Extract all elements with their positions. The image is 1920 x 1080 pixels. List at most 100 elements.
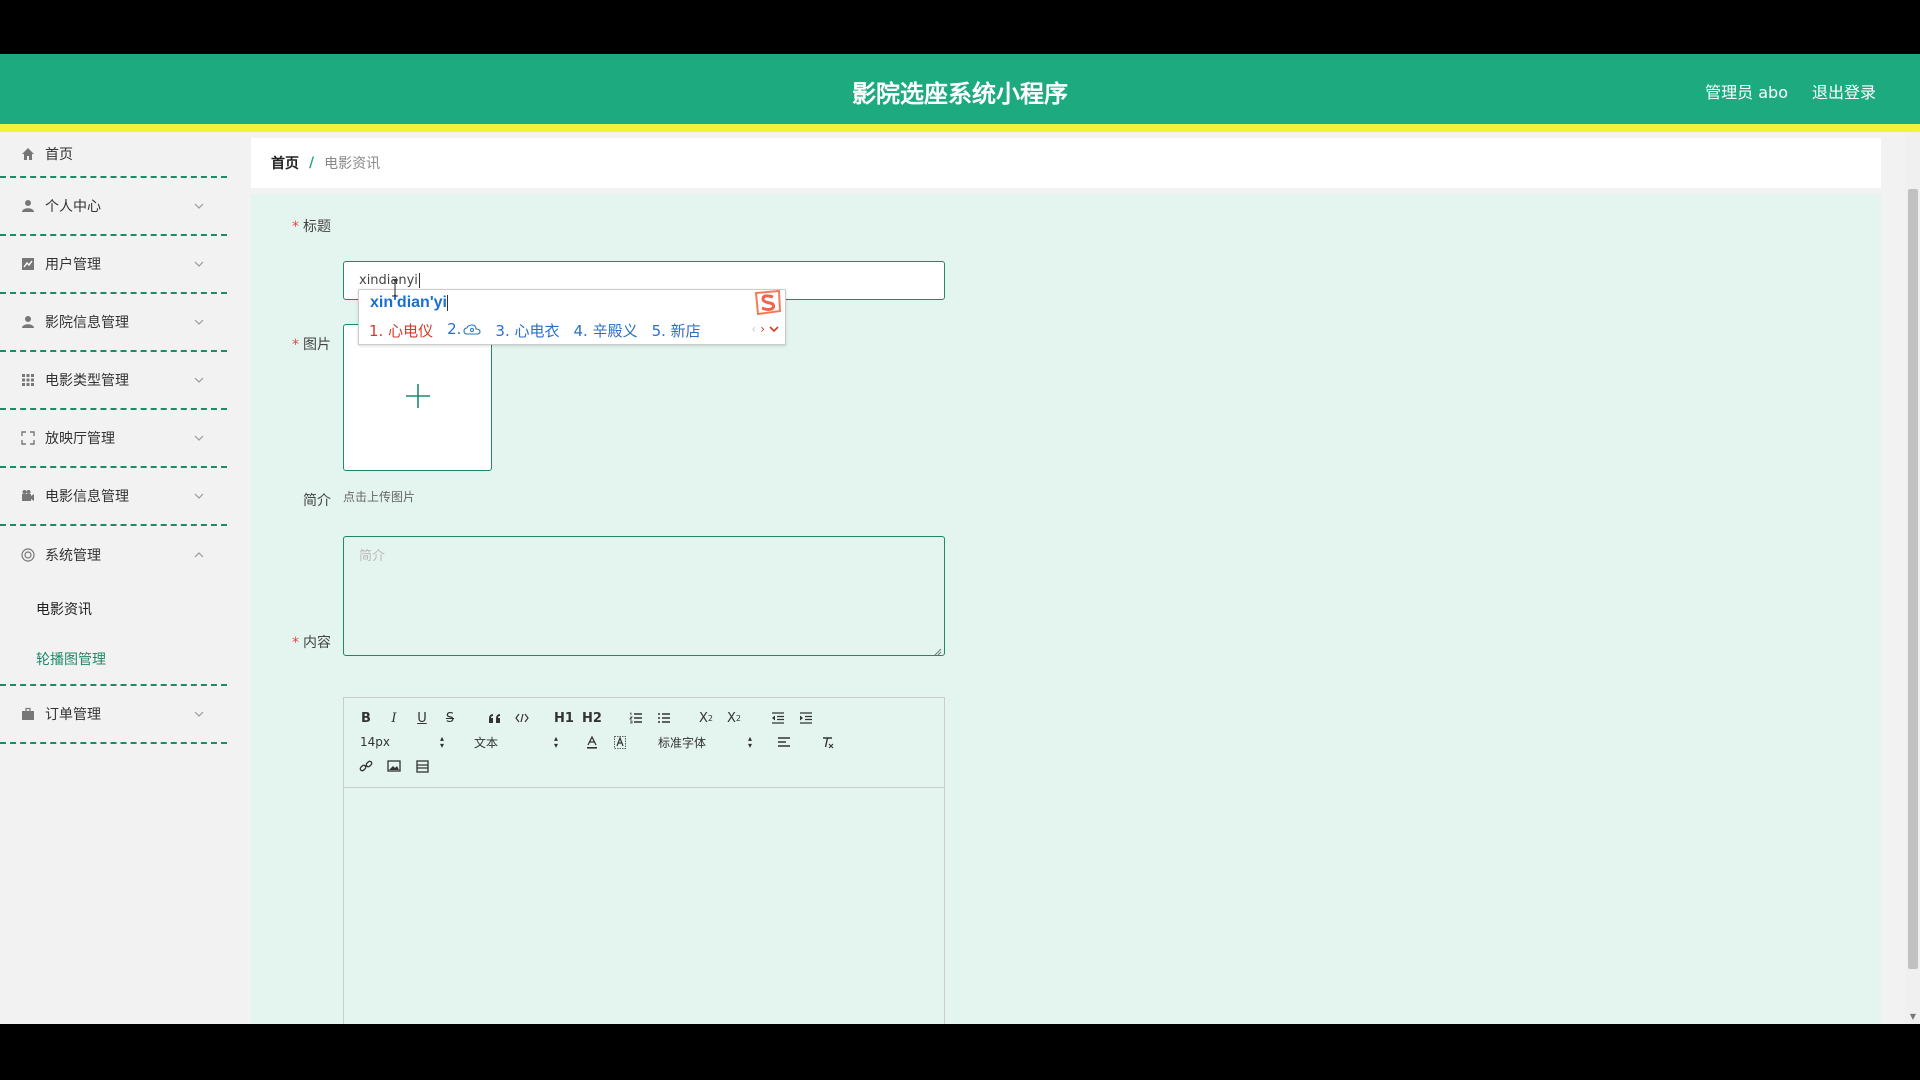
superscript-button[interactable]: X2 — [724, 708, 744, 728]
image-upload-button[interactable] — [343, 324, 492, 471]
h2-button[interactable]: H2 — [582, 708, 602, 728]
scroll-down-icon[interactable]: ▼ — [1908, 1012, 1918, 1022]
system-submenu: 电影资讯 轮播图管理 — [0, 584, 227, 686]
film-icon — [415, 759, 429, 773]
image-icon — [387, 760, 401, 772]
ime-candidate-window: xin'dian'yi 1. 心电仪 2. 3. 心电衣 4. 辛殿义 5. 新… — [358, 289, 786, 345]
ime-candidate[interactable]: 3. 心电衣 — [495, 320, 559, 341]
outdent-icon — [772, 712, 784, 724]
heading-select[interactable]: 文本 ▴ ▾ — [474, 732, 558, 752]
submenu-item-carousel[interactable]: 轮播图管理 — [0, 634, 227, 684]
bullet-list-button[interactable] — [654, 708, 674, 728]
chevron-down-icon — [193, 432, 205, 444]
sidebar-item-label: 首页 — [45, 147, 73, 163]
ime-prev-icon[interactable]: ‹ — [751, 322, 756, 336]
bold-button[interactable]: B — [356, 708, 376, 728]
app-window: 影院选座系统小程序 管理员 abo 退出登录 首页 个人中心 用户管理 影院信息… — [0, 54, 1920, 1024]
background-color-button[interactable] — [610, 732, 630, 752]
ime-candidate[interactable]: 5. 新店 — [652, 320, 701, 341]
fullscreen-icon — [20, 430, 36, 446]
sidebar-item-users[interactable]: 用户管理 — [0, 236, 227, 294]
bullet-list-icon — [658, 713, 670, 723]
blockquote-button[interactable] — [484, 708, 504, 728]
sidebar-item-label: 影院信息管理 — [45, 315, 129, 331]
font-family-select[interactable]: 标准字体 ▴ ▾ — [658, 732, 752, 752]
align-button[interactable] — [774, 732, 794, 752]
required-mark: * — [292, 219, 299, 235]
chevron-down-icon — [193, 316, 205, 328]
font-size-value: 14px — [360, 735, 390, 749]
heading-value: 文本 — [474, 735, 499, 750]
rich-text-editor: B I U S H1 H2 X2 X2 14px ▴ ▾ 文本 ▴ ▾ 标准字体 ▴ ▾ — [343, 697, 945, 1024]
person-icon — [20, 314, 36, 330]
ime-candidate[interactable]: 4. 辛殿义 — [574, 320, 638, 341]
quote-icon — [488, 713, 500, 723]
link-icon — [359, 760, 373, 772]
sidebar-item-label: 电影信息管理 — [45, 489, 129, 505]
sidebar-item-system[interactable]: 系统管理 — [0, 526, 227, 584]
ime-candidate-label: 2. — [447, 320, 462, 338]
background-color-icon — [614, 735, 626, 749]
indent-button[interactable] — [796, 708, 816, 728]
breadcrumb-current: 电影资讯 — [324, 156, 381, 172]
italic-button[interactable]: I — [384, 708, 404, 728]
ime-expand-icon[interactable] — [769, 322, 779, 336]
required-mark: * — [292, 337, 299, 353]
ime-candidate[interactable]: 2. — [447, 320, 481, 341]
logout-button[interactable]: 退出登录 — [1812, 79, 1876, 103]
link-button[interactable] — [356, 756, 376, 776]
home-icon — [20, 146, 36, 162]
intro-textarea[interactable]: 简介 — [343, 536, 945, 656]
ime-candidate[interactable]: 1. 心电仪 — [369, 320, 433, 341]
strike-button[interactable]: S — [440, 708, 460, 728]
content-label-text: 内容 — [303, 635, 331, 651]
scroll-thumb[interactable] — [1908, 189, 1918, 969]
sidebar-item-label: 个人中心 — [45, 199, 101, 215]
chart-icon — [20, 256, 36, 272]
h1-button[interactable]: H1 — [554, 708, 574, 728]
briefcase-icon — [20, 706, 36, 722]
sidebar-item-movie-type[interactable]: 电影类型管理 — [0, 352, 227, 410]
text-caret — [418, 273, 420, 288]
ime-caret — [446, 294, 448, 311]
page-scrollbar[interactable]: ▼ — [1905, 132, 1920, 1024]
resize-handle-icon[interactable] — [934, 645, 942, 656]
ordered-list-button[interactable] — [626, 708, 646, 728]
cloud-icon — [463, 324, 481, 335]
sidebar: 首页 个人中心 用户管理 影院信息管理 电影类型管理 放映厅管理 电影信息管理 … — [0, 132, 227, 1024]
select-arrows-icon: ▴ ▾ — [553, 734, 558, 750]
breadcrumb-home[interactable]: 首页 — [271, 153, 299, 173]
ime-composition: xin'dian'yi — [370, 294, 448, 312]
sidebar-item-label: 订单管理 — [45, 707, 101, 723]
ime-next-icon[interactable]: › — [760, 322, 765, 336]
subscript-button[interactable]: X2 — [696, 708, 716, 728]
video-button[interactable] — [412, 756, 432, 776]
image-button[interactable] — [384, 756, 404, 776]
plus-icon — [405, 383, 431, 413]
clear-format-button[interactable] — [818, 732, 838, 752]
sidebar-item-home[interactable]: 首页 — [0, 132, 227, 178]
outdent-button[interactable] — [768, 708, 788, 728]
current-user: 管理员 abo — [1705, 83, 1788, 102]
font-size-select[interactable]: 14px ▴ ▾ — [360, 732, 444, 752]
sidebar-item-movie-info[interactable]: 电影信息管理 — [0, 468, 227, 526]
sidebar-item-cinema[interactable]: 影院信息管理 — [0, 294, 227, 352]
align-icon — [778, 737, 790, 747]
sidebar-item-orders[interactable]: 订单管理 — [0, 686, 227, 744]
image-label-text: 图片 — [303, 337, 331, 353]
user-icon — [20, 198, 36, 214]
font-color-button[interactable] — [582, 732, 602, 752]
select-arrows-icon: ▴ ▾ — [439, 734, 444, 750]
font-color-icon — [587, 735, 597, 749]
clear-format-icon — [823, 736, 834, 748]
sidebar-item-personal[interactable]: 个人中心 — [0, 178, 227, 236]
ime-candidate-list: 1. 心电仪 2. 3. 心电衣 4. 辛殿义 5. 新店 — [369, 320, 715, 341]
underline-button[interactable]: U — [412, 708, 432, 728]
sogou-logo-icon — [753, 289, 783, 317]
font-family-value: 标准字体 — [658, 735, 707, 750]
code-button[interactable] — [512, 708, 532, 728]
select-arrows-icon: ▴ ▾ — [747, 734, 752, 750]
sidebar-item-label: 放映厅管理 — [45, 431, 115, 447]
sidebar-item-hall[interactable]: 放映厅管理 — [0, 410, 227, 468]
submenu-item-movie-news[interactable]: 电影资讯 — [0, 584, 227, 634]
